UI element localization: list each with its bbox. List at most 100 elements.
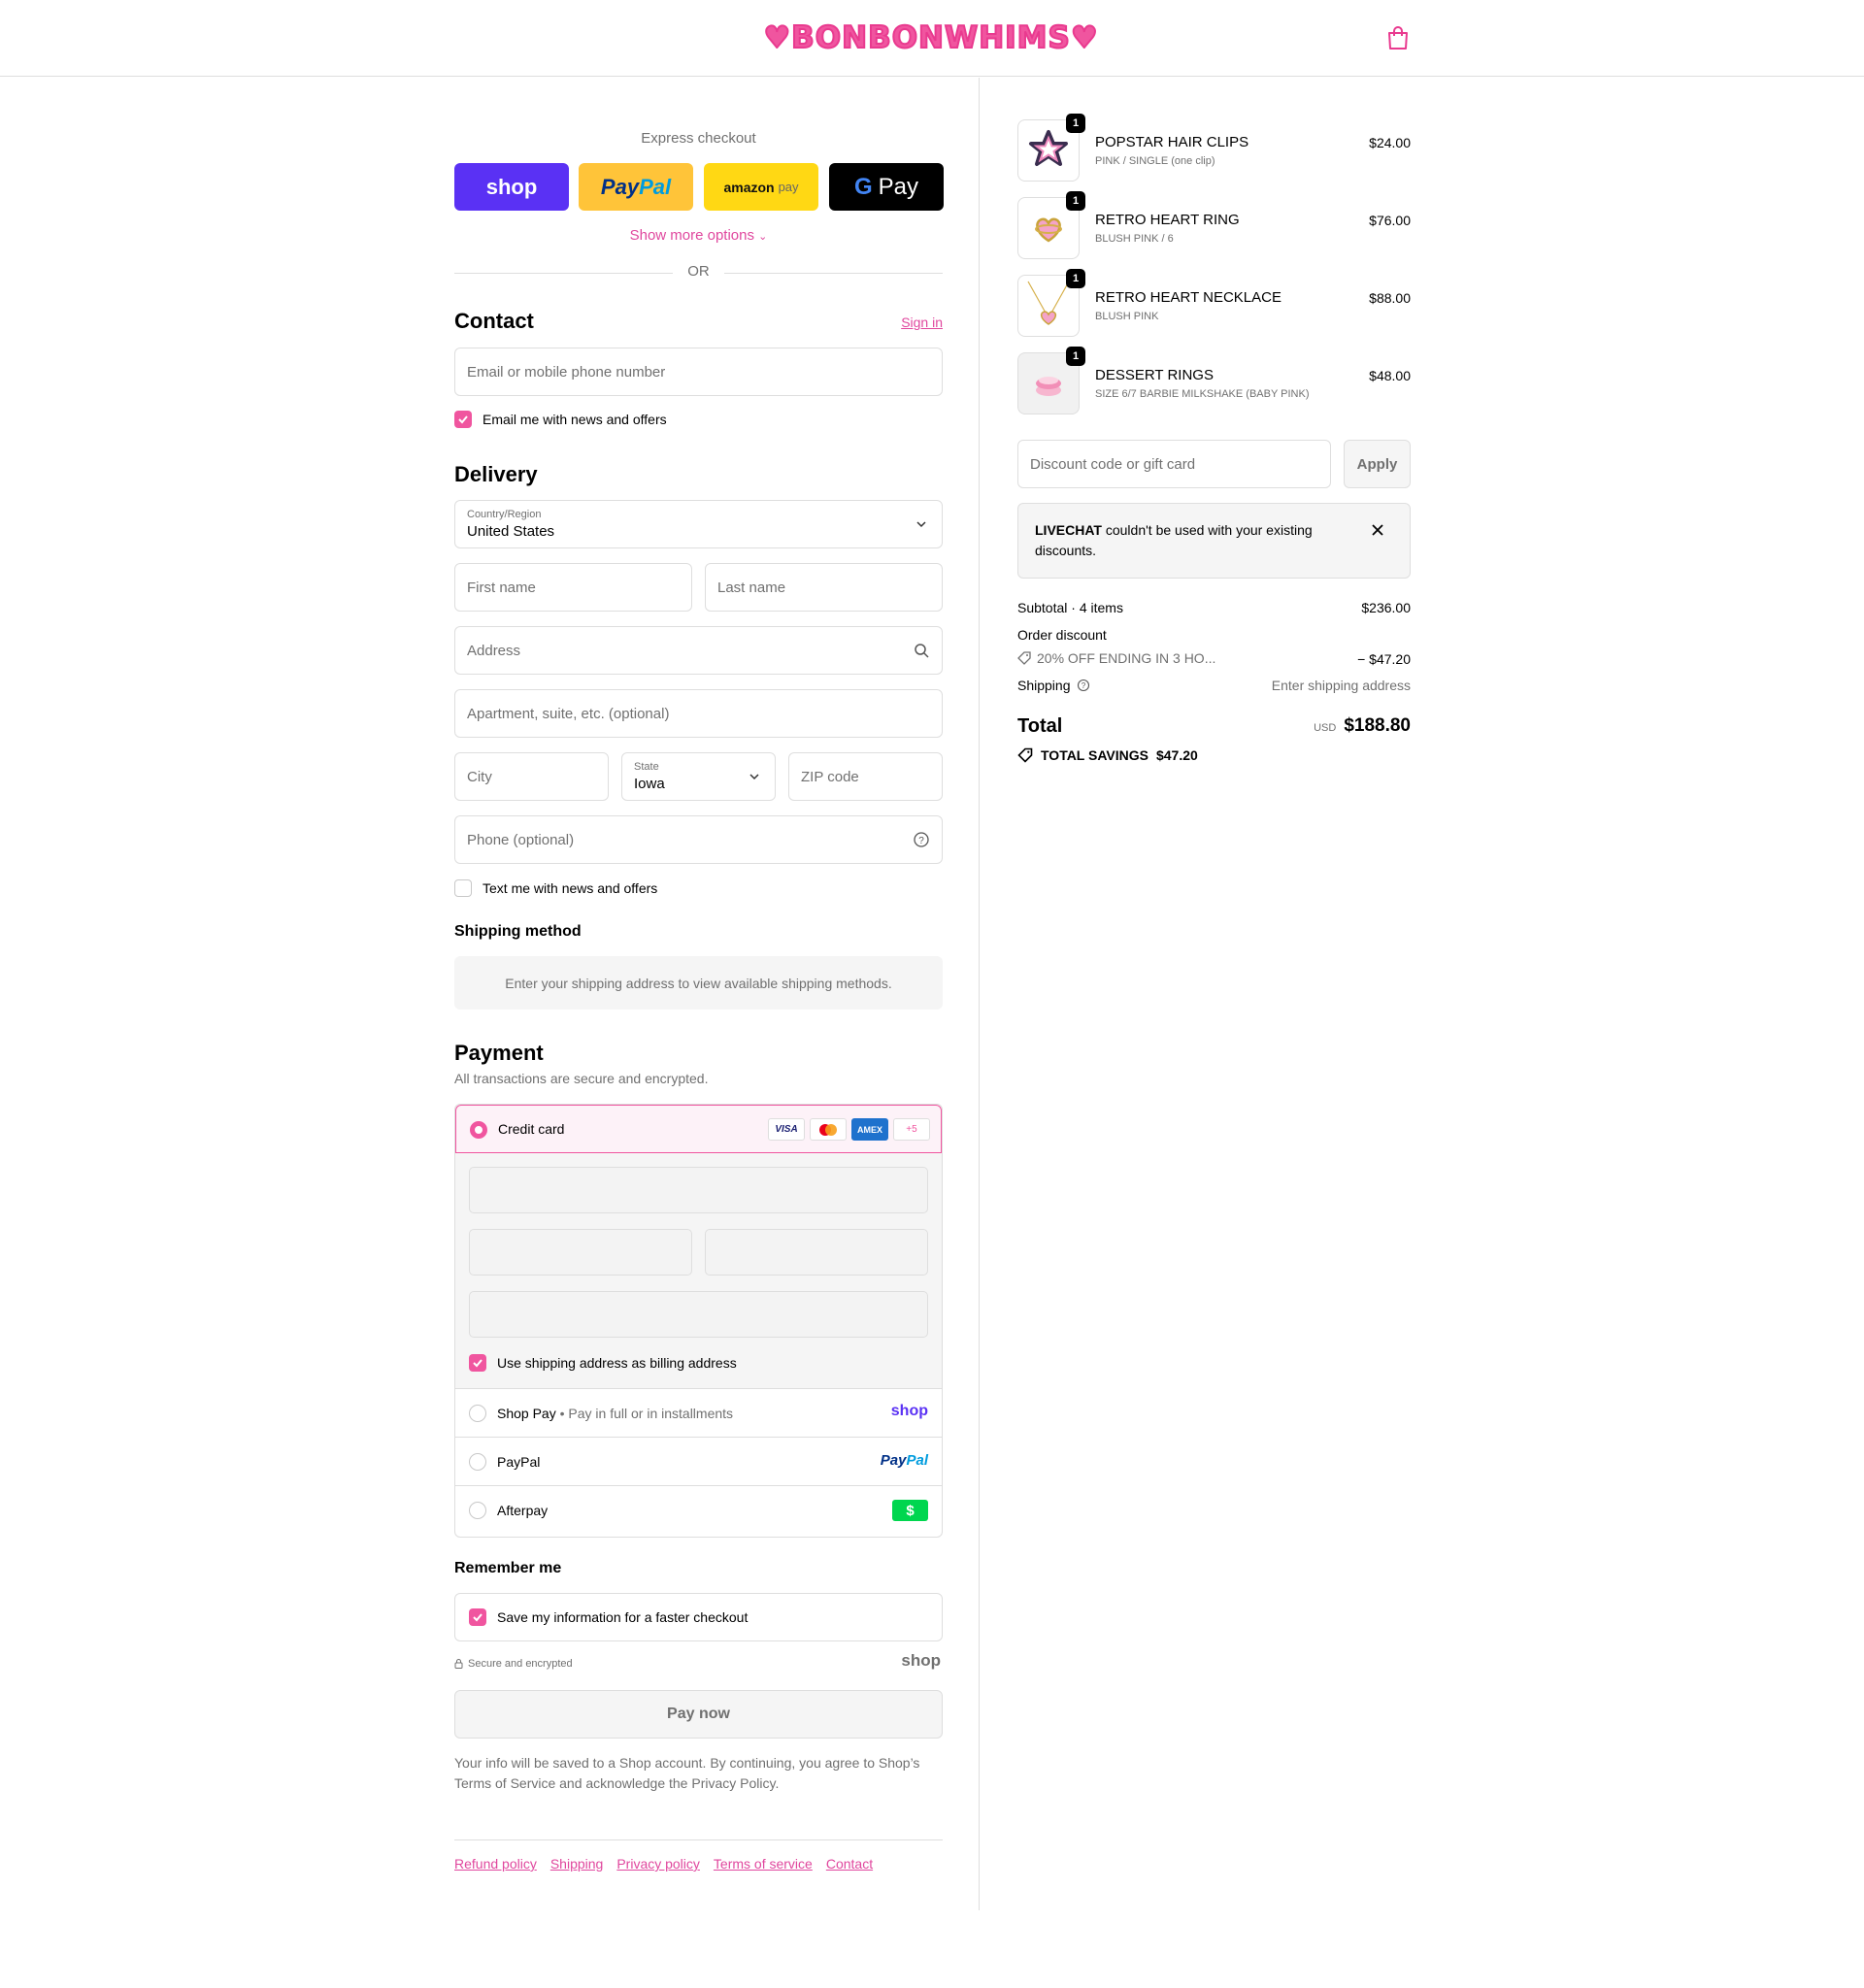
quantity-badge: 1 — [1066, 269, 1085, 288]
first-name-placeholder: First name — [467, 580, 536, 596]
item-title: RETRO HEART RING — [1095, 212, 1240, 228]
quantity-badge: 1 — [1066, 191, 1085, 211]
visa-icon: VISA — [768, 1118, 805, 1141]
svg-text:?: ? — [918, 836, 924, 846]
billing-address-checkbox[interactable] — [469, 1354, 486, 1372]
state-label: State — [634, 761, 659, 773]
check-icon — [473, 1613, 483, 1622]
item-variant: PINK / SINGLE (one clip) — [1095, 155, 1215, 167]
shop-pay-express-button[interactable]: shop — [454, 163, 569, 211]
amazon-pay-express-button[interactable]: amazon pay — [704, 163, 818, 211]
pay-now-button[interactable]: Pay now — [454, 1690, 943, 1739]
credit-card-option[interactable]: Credit card VISA AMEX +5 — [455, 1105, 942, 1153]
paypal-radio[interactable] — [469, 1453, 486, 1471]
chevron-down-icon: ⌄ — [758, 231, 768, 243]
help-icon[interactable]: ? — [1077, 679, 1090, 692]
payment-heading: Payment — [454, 1041, 544, 1065]
save-info-checkbox[interactable] — [469, 1608, 486, 1626]
total-savings-row: TOTAL SAVINGS $47.20 — [1017, 747, 1198, 763]
address-placeholder: Address — [467, 643, 521, 659]
column-divider — [979, 78, 980, 1910]
afterpay-option[interactable]: Afterpay $ — [455, 1486, 942, 1535]
email-field[interactable]: Email or mobile phone number — [454, 348, 943, 396]
email-news-label: Email me with news and offers — [483, 412, 667, 427]
secure-note: Secure and encrypted — [454, 1658, 573, 1670]
item-variant: SIZE 6/7 BARBIE MILKSHAKE (BABY PINK) — [1095, 388, 1310, 400]
address-field[interactable]: Address — [454, 626, 943, 675]
shipping-value: Enter shipping address — [1271, 678, 1411, 693]
discount-placeholder: Discount code or gift card — [1030, 456, 1196, 473]
discount-value: − $47.20 — [1357, 651, 1411, 667]
card-number-field[interactable] — [469, 1167, 928, 1213]
zip-field[interactable]: ZIP code — [788, 752, 943, 801]
phone-field[interactable]: Phone (optional) ? — [454, 815, 943, 864]
billing-address-label: Use shipping address as billing address — [497, 1355, 737, 1371]
discount-code-label: 20% OFF ENDING IN 3 HO... — [1037, 650, 1216, 666]
secure-label: Secure and encrypted — [468, 1658, 573, 1670]
terms-of-service-footer-link[interactable]: Terms of service — [714, 1856, 813, 1872]
afterpay-radio[interactable] — [469, 1502, 486, 1519]
country-value: United States — [467, 523, 555, 540]
contact-link[interactable]: Contact — [826, 1856, 873, 1872]
shipping-method-message: Enter your shipping address to view avai… — [454, 956, 943, 1010]
item-price: $24.00 — [1369, 135, 1411, 150]
close-icon[interactable] — [1371, 523, 1384, 537]
item-price: $48.00 — [1369, 368, 1411, 383]
city-placeholder: City — [467, 769, 492, 785]
first-name-field[interactable]: First name — [454, 563, 692, 612]
email-news-checkbox[interactable] — [454, 411, 472, 428]
cart-item: 1 DESSERT RINGS SIZE 6/7 BARBIE MILKSHAK… — [1017, 347, 1411, 416]
total-row: USD $188.80 — [1314, 715, 1411, 737]
show-more-options-link[interactable]: Show more options ⌄ — [454, 227, 943, 244]
shop-pay-label: Shop Pay • Pay in full or in installment… — [497, 1406, 734, 1421]
phone-placeholder: Phone (optional) — [467, 832, 575, 848]
text-news-label: Text me with news and offers — [483, 880, 658, 896]
credit-card-form: Use shipping address as billing address — [455, 1153, 942, 1389]
discount-code-field[interactable]: Discount code or gift card — [1017, 440, 1331, 488]
paypal-express-button[interactable]: Pay Pal — [579, 163, 693, 211]
total-savings-value: $47.20 — [1155, 747, 1198, 763]
sign-in-link[interactable]: Sign in — [901, 315, 943, 330]
remember-me-heading: Remember me — [454, 1560, 562, 1576]
paypal-option[interactable]: PayPal PayPal — [455, 1438, 942, 1486]
total-savings-label: TOTAL SAVINGS — [1041, 747, 1148, 763]
shopping-bag-icon[interactable] — [1386, 25, 1410, 50]
refund-policy-link[interactable]: Refund policy — [454, 1856, 537, 1872]
expiration-field[interactable] — [469, 1229, 692, 1276]
credit-card-radio[interactable] — [470, 1121, 487, 1139]
apartment-field[interactable]: Apartment, suite, etc. (optional) — [454, 689, 943, 738]
google-pay-express-button[interactable]: G Pay — [829, 163, 944, 211]
item-variant: BLUSH PINK / 6 — [1095, 233, 1174, 245]
chevron-down-icon — [749, 774, 759, 780]
apply-discount-button[interactable]: Apply — [1344, 440, 1411, 488]
country-select[interactable]: Country/Region United States — [454, 500, 943, 548]
discount-error-notice: LIVECHAT couldn't be used with your exis… — [1017, 503, 1411, 579]
afterpay-logo: $ — [892, 1500, 928, 1521]
credit-card-label: Credit card — [498, 1121, 565, 1137]
paypal-label: PayPal — [497, 1454, 541, 1470]
quantity-badge: 1 — [1066, 347, 1085, 366]
shipping-link[interactable]: Shipping — [550, 1856, 604, 1872]
terms-of-service-link[interactable]: Terms of Service — [454, 1775, 555, 1791]
order-discount-label: Order discount — [1017, 627, 1107, 643]
item-title: DESSERT RINGS — [1095, 367, 1214, 383]
item-title: POPSTAR HAIR CLIPS — [1095, 134, 1249, 150]
privacy-policy-footer-link[interactable]: Privacy policy — [616, 1856, 700, 1872]
shop-pay-option[interactable]: Shop Pay • Pay in full or in installment… — [455, 1389, 942, 1438]
total-value: $188.80 — [1344, 715, 1411, 736]
privacy-policy-link[interactable]: Privacy Policy — [691, 1775, 775, 1791]
state-select[interactable]: State Iowa — [621, 752, 776, 801]
item-variant: BLUSH PINK — [1095, 311, 1159, 322]
security-code-field[interactable] — [705, 1229, 928, 1276]
text-news-checkbox[interactable] — [454, 879, 472, 897]
last-name-field[interactable]: Last name — [705, 563, 943, 612]
city-field[interactable]: City — [454, 752, 609, 801]
shop-logo: shop — [901, 1651, 941, 1670]
currency-code: USD — [1314, 722, 1337, 734]
store-logo[interactable]: ♥BONBONWHIMS♥ — [762, 17, 1098, 58]
name-on-card-field[interactable] — [469, 1291, 928, 1338]
help-icon[interactable]: ? — [913, 831, 930, 848]
shop-pay-radio[interactable] — [469, 1405, 486, 1422]
country-label: Country/Region — [467, 509, 542, 520]
paypal-logo: PayPal — [880, 1452, 928, 1469]
